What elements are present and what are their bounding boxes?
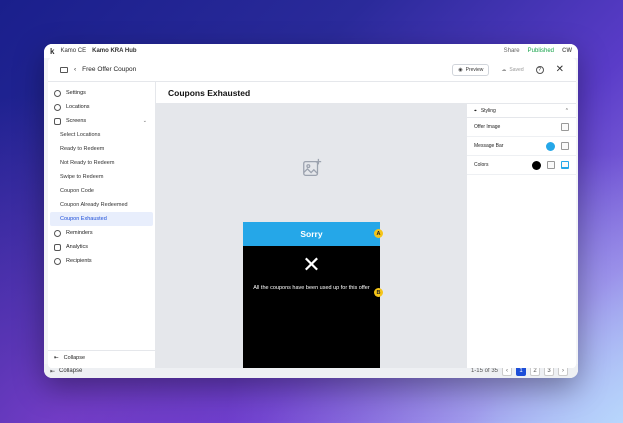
screen-label: Coupon Code [60, 188, 94, 194]
image-upload-icon[interactable] [561, 123, 569, 131]
collapse-button[interactable]: ⇤ Collapse [48, 350, 155, 364]
sidebar-item-analytics[interactable]: Analytics [48, 240, 155, 254]
screen-label: Select Locations [60, 132, 101, 138]
pagination-range: 1-15 of 35 [470, 368, 498, 374]
saved-label: Saved [509, 66, 524, 73]
style-row-label: Colors [474, 162, 489, 168]
fill-icon[interactable] [547, 161, 555, 169]
preview-canvas: Sorry ✕ All the coupons have been used u… [156, 104, 466, 368]
modal-header: ‹ Free Offer Coupon ◉ Preview ☁ Saved ? … [48, 58, 576, 82]
background-topbar: k Kamo CE Kamo KRA Hub Share Published C… [44, 44, 578, 58]
style-row-label: Offer Image [474, 124, 501, 130]
chevron-down-icon[interactable]: ⌄ [143, 118, 147, 124]
preview-label: Preview [465, 66, 484, 73]
users-icon [54, 257, 61, 265]
chart-icon [54, 243, 61, 251]
bg-share[interactable]: Share [504, 48, 520, 54]
bg-published[interactable]: Published [528, 48, 554, 54]
message-body: ✕ All the coupons have been used up for … [243, 246, 380, 368]
eye-icon: ◉ [458, 66, 463, 73]
phone-preview: Sorry ✕ All the coupons have been used u… [243, 113, 383, 368]
sidebar-item-label: Locations [66, 104, 90, 110]
bg-title-left: Kamo CE [60, 48, 87, 54]
bg-title-right: Kamo KRA Hub [92, 48, 137, 54]
bg-collapse-label[interactable]: Collapse [59, 368, 82, 374]
message-bar-color-swatch[interactable] [546, 141, 555, 151]
collapse-label: Collapse [63, 354, 86, 361]
offer-title: Free Offer Coupon [82, 66, 137, 73]
screen-icon [60, 66, 68, 73]
screen-not-ready-to-redeem[interactable]: Not Ready to Redeem [48, 156, 155, 170]
brush-icon: ⌖ [474, 107, 477, 114]
image-add-icon [302, 158, 321, 176]
phone-icon [54, 117, 61, 125]
style-row-colors: Colors [467, 156, 576, 175]
text-color-icon[interactable] [561, 161, 569, 169]
cloud-icon: ☁ [501, 66, 507, 73]
style-row-offer-image: Offer Image [467, 118, 576, 137]
screen-label: Coupon Exhausted [60, 216, 107, 222]
background-color-swatch[interactable] [532, 160, 541, 170]
screen-coupon-already-redeemed[interactable]: Coupon Already Redeemed [48, 198, 155, 212]
preview-button[interactable]: ◉ Preview [452, 63, 490, 76]
bg-user[interactable]: CW [562, 48, 572, 54]
location-icon [54, 103, 61, 111]
screen-select-locations[interactable]: Select Locations [48, 128, 155, 142]
close-icon: ✕ [302, 252, 321, 277]
screen-coupon-exhausted[interactable]: Coupon Exhausted [50, 212, 153, 226]
screen-label: Ready to Redeem [60, 146, 105, 152]
exhausted-message[interactable]: All the coupons have been used up for th… [251, 284, 372, 293]
help-icon[interactable]: ? [535, 65, 544, 74]
sidebar-item-recipients[interactable]: Recipients [48, 254, 155, 268]
screen-coupon-code[interactable]: Coupon Code [48, 184, 155, 198]
styling-panel: ⌖ Styling ⌃ Offer Image Message Bar Colo… [466, 104, 576, 368]
chevron-up-icon[interactable]: ⌃ [565, 108, 569, 114]
message-bar[interactable]: Sorry [243, 222, 380, 246]
screen-label: Swipe to Redeem [60, 174, 104, 180]
sidebar-item-settings[interactable]: Settings [48, 86, 155, 100]
marker-a: A [374, 229, 383, 238]
sidebar-item-label: Screens [66, 118, 87, 124]
page-title: Coupons Exhausted [156, 82, 576, 104]
offer-image-placeholder[interactable] [243, 113, 380, 222]
screen-swipe-to-redeem[interactable]: Swipe to Redeem [48, 170, 155, 184]
sidebar-item-locations[interactable]: Locations [48, 100, 155, 114]
back-arrow-icon[interactable]: ‹ [74, 66, 76, 73]
styling-title: Styling [480, 107, 496, 114]
sidebar: Settings Locations Screens ⌄ Select Loca… [48, 82, 156, 368]
clock-icon [54, 229, 61, 237]
sidebar-item-label: Settings [66, 90, 86, 96]
close-icon[interactable]: ✕ [556, 64, 564, 75]
style-row-label: Message Bar [474, 143, 504, 149]
layout-icon[interactable] [561, 142, 569, 150]
marker-b: B [374, 288, 383, 297]
screen-label: Not Ready to Redeem [60, 160, 115, 166]
sidebar-item-label: Reminders [66, 230, 93, 236]
main-content: Coupons Exhausted Sorry ✕ All the coupon… [156, 82, 576, 368]
styling-header[interactable]: ⌖ Styling ⌃ [467, 104, 576, 118]
sidebar-item-screens[interactable]: Screens ⌄ [48, 114, 155, 128]
header-left: ‹ Free Offer Coupon [60, 66, 136, 73]
sidebar-item-reminders[interactable]: Reminders [48, 226, 155, 240]
collapse-icon: ⇤ [54, 354, 59, 361]
saved-status: ☁ Saved [501, 67, 523, 73]
editor-modal: ‹ Free Offer Coupon ◉ Preview ☁ Saved ? … [48, 58, 576, 368]
sidebar-item-label: Analytics [66, 244, 89, 250]
collapse-icon: ⇤ [50, 368, 56, 375]
app-logo: k [50, 46, 55, 56]
screen-label: Coupon Already Redeemed [60, 202, 128, 208]
sidebar-item-label: Recipients [66, 258, 92, 264]
style-row-message-bar: Message Bar [467, 137, 576, 156]
gear-icon [54, 89, 61, 97]
screen-ready-to-redeem[interactable]: Ready to Redeem [48, 142, 155, 156]
